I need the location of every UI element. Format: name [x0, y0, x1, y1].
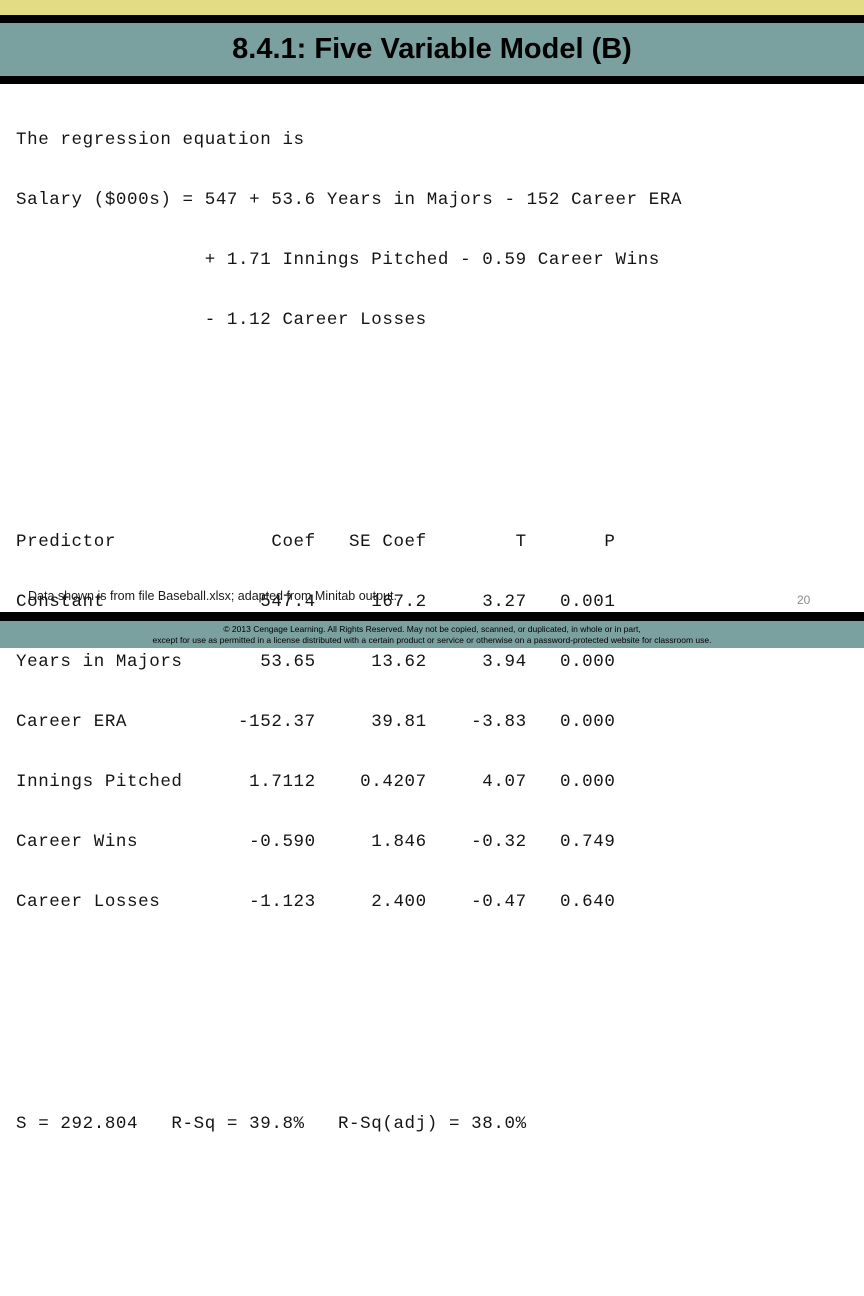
table-row: Career Losses -1.123 2.400 -0.47 0.640 — [16, 892, 616, 912]
regression-equation-heading: The regression equation is — [16, 130, 305, 150]
source-footnote: Data shown is from file Baseball.xlsx; a… — [28, 589, 397, 603]
regression-equation-line-2: + 1.71 Innings Pitched - 0.59 Career Win… — [16, 250, 660, 270]
spacer-after-summary-2 — [16, 1256, 848, 1276]
copyright-notice: © 2013 Cengage Learning. All Rights Rese… — [0, 621, 864, 648]
slide: 8.4.1: Five Variable Model (B) The regre… — [0, 0, 864, 1134]
spacer-after-equation-2 — [16, 452, 848, 472]
bottom-black-rule — [0, 612, 864, 621]
title-bar: 8.4.1: Five Variable Model (B) — [0, 23, 864, 76]
copyright-line-1: © 2013 Cengage Learning. All Rights Rese… — [223, 623, 641, 634]
top-black-rule — [0, 15, 864, 23]
minitab-output-region: The regression equation is Salary ($000s… — [16, 90, 848, 1296]
spacer-after-equation — [16, 390, 848, 412]
table-row: Career Wins -0.590 1.846 -0.32 0.749 — [16, 832, 616, 852]
model-summary-line: S = 292.804 R-Sq = 39.8% R-Sq(adj) = 38.… — [16, 1114, 527, 1134]
spacer-after-coefficients — [16, 972, 848, 994]
table-row: Years in Majors 53.65 13.62 3.94 0.000 — [16, 652, 616, 672]
regression-equation-line-3: - 1.12 Career Losses — [16, 310, 427, 330]
table-row: Career ERA -152.37 39.81 -3.83 0.000 — [16, 712, 616, 732]
spacer-after-coefficients-2 — [16, 1034, 848, 1054]
coefficients-table-header: Predictor Coef SE Coef T P — [16, 532, 616, 552]
table-row: Innings Pitched 1.7112 0.4207 4.07 0.000 — [16, 772, 616, 792]
page-title: 8.4.1: Five Variable Model (B) — [232, 33, 632, 65]
title-underline-rule — [0, 76, 864, 84]
page-number: 20 — [797, 593, 811, 607]
copyright-line-2: except for use as permitted in a license… — [152, 634, 712, 645]
spacer-after-summary — [16, 1194, 848, 1216]
regression-equation-line-1: Salary ($000s) = 547 + 53.6 Years in Maj… — [16, 190, 683, 210]
top-yellow-accent-band — [0, 0, 864, 15]
